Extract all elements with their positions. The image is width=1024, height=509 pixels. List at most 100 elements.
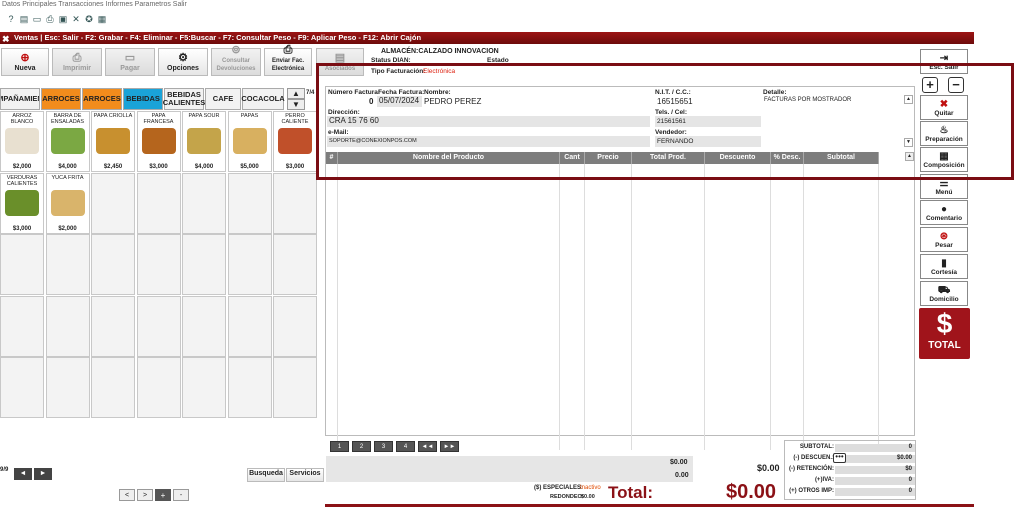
dollar-icon: $ xyxy=(936,308,953,339)
domicilio-button[interactable]: ⛟ Domicilio xyxy=(920,281,968,306)
printer-send-icon: ⎙ xyxy=(283,44,293,56)
summary-value: 0 xyxy=(835,477,915,485)
product-tile[interactable]: PAPAS $5,000 xyxy=(227,111,272,172)
product-tile[interactable]: ARROZ BLANCO $2,000 xyxy=(0,111,44,172)
column-body xyxy=(338,164,560,450)
nav-left-button[interactable]: < xyxy=(119,489,135,501)
consultar-devoluciones-button[interactable]: ⊚ Consultar Devoluciones xyxy=(211,44,261,76)
product-image xyxy=(5,128,39,154)
empty-tile xyxy=(91,295,135,357)
product-pager: 9/9 xyxy=(0,467,9,473)
product-tile[interactable]: BARRA DE ENSALADAS $4,000 xyxy=(45,111,90,172)
page-button[interactable]: 3 xyxy=(374,441,393,452)
comment-icon: ● xyxy=(940,204,948,215)
summary-label: (+)IVA: xyxy=(814,477,834,483)
add-circle-icon: ⊕ xyxy=(20,52,30,64)
menu-bar[interactable]: Datos Principales Transacciones Informes… xyxy=(0,0,1024,10)
product-price: $2,000 xyxy=(12,164,32,170)
empty-tile xyxy=(227,234,272,295)
product-name: PAPA SOUR xyxy=(188,113,220,119)
imprimir-button[interactable]: ⎙ Imprimir xyxy=(52,48,102,76)
print-icon[interactable]: ⎙ xyxy=(45,14,55,24)
nueva-button[interactable]: ⊕ Nueva xyxy=(1,48,49,76)
column-body xyxy=(705,164,771,450)
cortesia-button[interactable]: ▮ Cortesía xyxy=(920,254,968,279)
product-price: $5,000 xyxy=(240,164,259,170)
cash-register-icon: ▭ xyxy=(124,52,136,64)
category-bebidas-calientes[interactable]: BEBIDAS CALIENTES xyxy=(163,88,205,110)
mid-value-2: 0.00 xyxy=(675,472,689,479)
empty-tile xyxy=(182,172,226,234)
empty-tile xyxy=(227,172,272,234)
total-button[interactable]: $ TOTAL xyxy=(919,308,970,359)
column-body xyxy=(560,164,585,450)
empty-tile xyxy=(0,357,44,418)
busqueda-button[interactable]: Busqueda xyxy=(247,468,285,482)
document-icon[interactable]: ▤ xyxy=(19,14,29,24)
total-label: Total: xyxy=(608,483,654,502)
total-value: $0.00 xyxy=(726,481,777,503)
empty-tile xyxy=(0,295,44,357)
empty-tile xyxy=(273,172,317,234)
opciones-button[interactable]: ⚙ Opciones xyxy=(158,48,208,76)
page-button[interactable]: 2 xyxy=(352,441,371,452)
empty-tile xyxy=(273,295,317,357)
tools-icon[interactable]: ✕ xyxy=(71,14,81,24)
comentario-button[interactable]: ● Comentario xyxy=(920,200,968,225)
product-tile[interactable]: YUCA FRITA $2,000 xyxy=(45,172,90,234)
category-bebidas[interactable]: BEBIDAS xyxy=(123,88,163,110)
category-page: 7/4 xyxy=(306,90,315,96)
especiales-value: Inactivo xyxy=(580,485,601,491)
category-cocacola[interactable]: COCACOLA xyxy=(241,88,285,110)
page-button[interactable]: ◄◄ xyxy=(418,441,437,452)
prev-page-icon[interactable]: ◄ xyxy=(14,468,32,480)
summary-label: (-) RETENCIÓN: xyxy=(789,466,834,472)
summary-row: (+)IVA: 0 xyxy=(788,477,915,486)
product-price: $4,000 xyxy=(58,164,77,170)
category-arroces-2[interactable]: ARROCES xyxy=(82,88,122,110)
help-icon[interactable]: ? xyxy=(6,14,16,24)
nav-remove-button[interactable]: - xyxy=(173,489,189,501)
summary-row: (-) RETENCIÓN: $0 xyxy=(788,466,915,475)
product-tile[interactable]: PERRO CALIENTE $3,000 xyxy=(273,111,317,172)
nav-right-button[interactable]: > xyxy=(137,489,153,501)
column-body xyxy=(585,164,632,450)
page-button[interactable]: 1 xyxy=(330,441,349,452)
pagar-button[interactable]: ▭ Pagar xyxy=(105,48,155,76)
column-body xyxy=(804,164,879,450)
servicios-button[interactable]: Servicios xyxy=(286,468,324,482)
pesar-button[interactable]: ⊛ Pesar xyxy=(920,227,968,252)
cart-icon[interactable]: ▣ xyxy=(58,14,68,24)
category-down-arrow-icon[interactable]: ▼ xyxy=(287,99,305,110)
nav-add-button[interactable]: + xyxy=(155,489,171,501)
settings-icon[interactable]: ✪ xyxy=(84,14,94,24)
summary-label: SUBTOTAL: xyxy=(799,444,834,450)
product-price: $4,000 xyxy=(194,164,214,170)
product-tile[interactable]: PAPA FRANCESA $3,000 xyxy=(136,111,181,172)
category-arroces-1[interactable]: ARROCES xyxy=(41,88,81,110)
almacen-label: ALMACÉN:CALZADO INNOVACION xyxy=(381,48,499,55)
product-price: $3,000 xyxy=(12,225,32,232)
product-tile[interactable]: PAPA SOUR $4,000 xyxy=(182,111,226,172)
empty-tile xyxy=(0,234,44,295)
column-body xyxy=(632,164,705,450)
category-up-arrow-icon[interactable]: ▲ xyxy=(287,88,305,99)
close-icon[interactable]: ✖ xyxy=(2,33,10,45)
empty-tile xyxy=(136,357,181,418)
product-tile[interactable]: PAPA CRIOLLA $2,450 xyxy=(91,111,135,172)
empty-tile xyxy=(45,234,90,295)
page-button[interactable]: 4 xyxy=(396,441,415,452)
product-tile[interactable]: VERDURAS CALIENTES $3,000 xyxy=(0,172,44,234)
empty-tile xyxy=(273,234,317,295)
enviar-fac-electronica-button[interactable]: ⎙ Enviar Fac. Electrónica xyxy=(264,44,312,76)
items-table[interactable]: # Nombre del Producto Cant Precio Total Prod… xyxy=(326,152,909,450)
next-page-icon[interactable]: ► xyxy=(34,468,52,480)
page-button[interactable]: ►► xyxy=(440,441,459,452)
category-acompanamientos[interactable]: MPAÑAMIEN xyxy=(0,88,40,110)
product-name: BARRA DE ENSALADAS xyxy=(50,113,84,125)
window-title-bar: ✖ Ventas | Esc: Salir - F2: Grabar - F4:… xyxy=(0,32,974,44)
category-cafe[interactable]: CAFE xyxy=(205,88,241,110)
more-options-icon[interactable]: ••• xyxy=(833,453,846,463)
folder-icon[interactable]: ▭ xyxy=(32,14,42,24)
barcode-icon[interactable]: ▦ xyxy=(97,14,107,24)
